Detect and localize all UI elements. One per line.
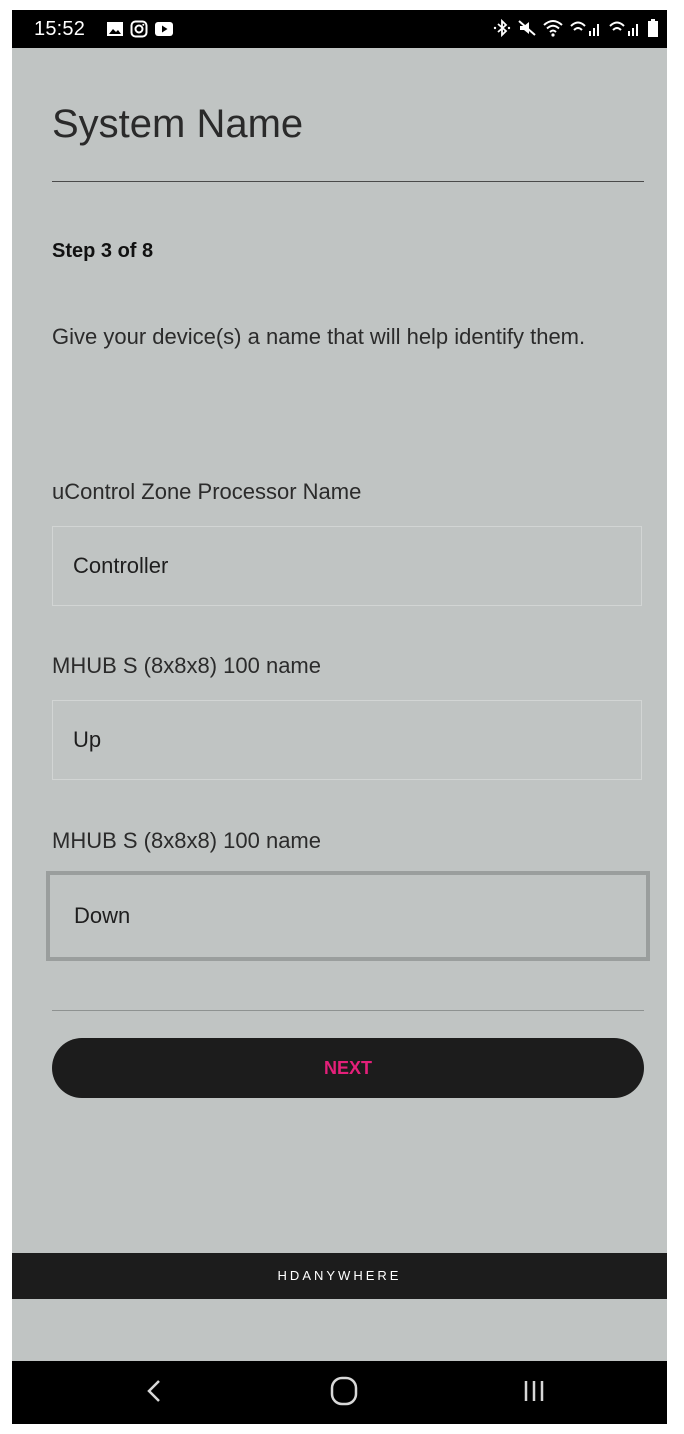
processor-name-input[interactable] (52, 526, 642, 606)
system-status-icons (492, 18, 659, 38)
navigation-bar (12, 1361, 667, 1424)
next-button[interactable]: NEXT (52, 1038, 644, 1098)
app-screen: 15:52 System Name Step 3 of 8 Give your … (12, 10, 667, 1424)
page-title: System Name (52, 102, 304, 146)
mhub-2-name-label: MHUB S (8x8x8) 100 name (52, 828, 321, 853)
status-time: 15:52 (34, 18, 86, 40)
recent-apps-button[interactable] (504, 1369, 564, 1417)
mhub-1-name-label: MHUB S (8x8x8) 100 name (52, 653, 321, 678)
back-button[interactable] (124, 1369, 184, 1417)
title-divider (52, 181, 644, 182)
step-indicator: Step 3 of 8 (52, 240, 154, 262)
youtube-icon (154, 21, 174, 37)
brand-name: HDANYWHERE (277, 1268, 402, 1283)
home-icon (329, 1375, 359, 1412)
status-bar: 15:52 (12, 10, 667, 48)
back-icon (144, 1377, 164, 1410)
wifi-calling-icon-2 (608, 18, 642, 38)
recent-apps-icon (522, 1377, 546, 1410)
wifi-calling-icon-1 (569, 18, 603, 38)
home-button[interactable] (314, 1369, 374, 1417)
instagram-icon (130, 20, 148, 38)
processor-name-label: uControl Zone Processor Name (52, 479, 362, 504)
bluetooth-icon (492, 18, 512, 38)
battery-icon (647, 18, 659, 38)
wifi-icon (542, 18, 564, 38)
gallery-icon (106, 21, 124, 37)
form-divider (52, 1010, 644, 1011)
mhub-2-name-input[interactable] (46, 871, 650, 961)
notification-icons (106, 20, 174, 38)
mute-icon (517, 18, 537, 38)
mhub-1-name-input[interactable] (52, 700, 642, 780)
brand-footer: HDANYWHERE (12, 1253, 667, 1299)
page-description: Give your device(s) a name that will hel… (52, 324, 586, 349)
